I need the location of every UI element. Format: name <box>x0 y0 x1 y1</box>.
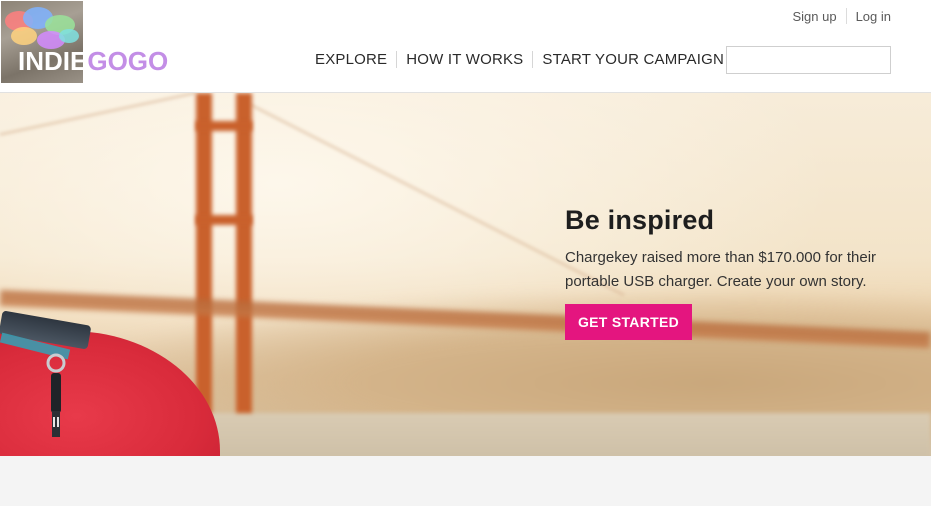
hero-copy: Be inspired Chargekey raised more than $… <box>565 203 885 340</box>
bridge-tower-left-leg <box>196 93 212 413</box>
signup-link[interactable]: Sign up <box>792 9 836 24</box>
bridge-tower-right-leg <box>236 93 252 413</box>
get-started-button[interactable]: GET STARTED <box>565 304 692 340</box>
nav-divider <box>396 51 398 68</box>
nav-start-campaign[interactable]: START YOUR CAMPAIGN <box>542 51 724 68</box>
auth-links: Sign up Log in <box>792 8 891 24</box>
nav-divider <box>532 51 534 68</box>
page-content-area <box>0 456 931 506</box>
main-nav: EXPLORE HOW IT WORKS START YOUR CAMPAIGN <box>315 51 724 68</box>
logo-wordmark: INDIEGOGO <box>18 46 168 77</box>
hero-description: Chargekey raised more than $170.000 for … <box>565 249 877 290</box>
search-input[interactable] <box>735 47 923 73</box>
bridge-tower-crossbar <box>196 121 252 131</box>
auth-divider <box>845 8 847 24</box>
login-link[interactable]: Log in <box>856 9 891 24</box>
bridge-tower-crossbar <box>196 215 252 225</box>
logo-text-indie: INDIE <box>18 46 88 76</box>
nav-how-it-works[interactable]: HOW IT WORKS <box>406 51 523 68</box>
usb-key-icon <box>46 353 66 437</box>
indiegogo-logo[interactable]: INDIEGOGO <box>1 1 168 83</box>
hero-banner: Be inspired Chargekey raised more than $… <box>0 93 931 456</box>
logo-text-gogo: GOGO <box>87 46 169 76</box>
search-box[interactable] <box>726 46 923 74</box>
hero-title: Be inspired <box>565 205 715 235</box>
site-header: INDIEGOGO Sign up Log in EXPLORE HOW IT … <box>0 0 931 93</box>
nav-explore[interactable]: EXPLORE <box>315 51 387 68</box>
